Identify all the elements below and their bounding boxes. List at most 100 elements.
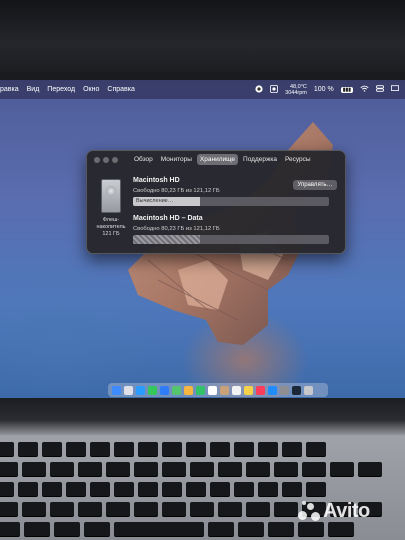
flash-drive-icon: [101, 179, 121, 213]
battery-icon[interactable]: ▮▮▮: [340, 86, 353, 93]
temperature-readout[interactable]: 48,0°C 3044rpm: [285, 84, 307, 96]
trash-icon[interactable]: [304, 385, 313, 395]
launchpad-icon[interactable]: [124, 385, 133, 395]
keyboard-key: [24, 522, 50, 536]
keyboard-key: [218, 462, 242, 476]
keyboard-key: [138, 442, 158, 456]
disk-caption: Флеш- накопитель 121 ГБ: [93, 217, 129, 238]
battery-percent[interactable]: 100 %: [314, 86, 334, 93]
wifi-icon[interactable]: [360, 85, 369, 94]
keyboard-key: [274, 502, 298, 516]
tab-resources[interactable]: Ресурсы: [282, 154, 314, 165]
keyboard-key: [190, 462, 214, 476]
keyboard-key: [238, 522, 264, 536]
keyboard-key: [114, 482, 134, 496]
display-icon[interactable]: [391, 85, 399, 94]
keyboard-key: [234, 442, 254, 456]
keyboard-key: [50, 502, 74, 516]
settings-icon[interactable]: [280, 385, 289, 395]
menu-item-edit[interactable]: равка: [0, 86, 19, 93]
keyboard-key: [0, 442, 14, 456]
keyboard-key: [246, 502, 270, 516]
menu-item-window[interactable]: Окно: [83, 86, 99, 93]
keyboard-key: [90, 482, 110, 496]
keyboard-key: [306, 482, 326, 496]
storage-bar: [133, 235, 329, 244]
keyboard-key: [302, 462, 326, 476]
keyboard-key: [162, 442, 182, 456]
menu-bar: равка Вид Переход Окно Справка 48,0°C 30…: [0, 80, 405, 99]
appstore-icon[interactable]: [268, 385, 277, 395]
close-icon[interactable]: [94, 157, 100, 163]
keyboard-key: [282, 482, 302, 496]
monitor-app-icon[interactable]: [270, 84, 279, 95]
keyboard-key: [268, 522, 294, 536]
avito-watermark: Avito: [298, 500, 370, 523]
volume-name: Macintosh HD: [133, 177, 180, 184]
maps-icon[interactable]: [172, 385, 181, 395]
about-this-mac-window: Обзор Мониторы Хранилище Поддержка Ресур…: [86, 150, 346, 254]
keyboard-key: [42, 482, 62, 496]
menu-item-view[interactable]: Вид: [27, 86, 40, 93]
keyboard-key: [106, 462, 130, 476]
menu-item-go[interactable]: Переход: [47, 86, 75, 93]
zoom-icon[interactable]: [112, 157, 118, 163]
notes-icon[interactable]: [244, 385, 253, 395]
keyboard-key: [90, 442, 110, 456]
calendar-icon[interactable]: [208, 385, 217, 395]
reminders-icon[interactable]: [232, 385, 241, 395]
storage-bar: Вычисление…: [133, 197, 329, 206]
contacts-icon[interactable]: [220, 385, 229, 395]
safari-icon[interactable]: [136, 385, 145, 395]
avito-logo-icon: [298, 500, 320, 523]
tab-support[interactable]: Поддержка: [240, 154, 280, 165]
keyboard-key: [330, 462, 354, 476]
finder-icon[interactable]: [112, 385, 121, 395]
keyboard-key: [54, 522, 80, 536]
keyboard-key: [134, 502, 158, 516]
screen-record-icon[interactable]: [255, 84, 263, 95]
keyboard-key: [358, 462, 382, 476]
keyboard-key: [0, 462, 18, 476]
keyboard-key: [186, 482, 206, 496]
messages-icon[interactable]: [148, 385, 157, 395]
keyboard-key: [78, 502, 102, 516]
minimize-icon[interactable]: [103, 157, 109, 163]
keyboard-key: [66, 482, 86, 496]
volume-free-space: Свободно 80,23 ГБ из 121,12 ГБ: [133, 226, 220, 232]
music-icon[interactable]: [256, 385, 265, 395]
avito-logo-text: Avito: [323, 500, 370, 522]
steam-icon[interactable]: [292, 385, 301, 395]
keyboard-key: [210, 482, 230, 496]
window-tabs: Обзор Мониторы Хранилище Поддержка Ресур…: [131, 154, 314, 165]
keyboard-key: [190, 502, 214, 516]
keyboard-key: [18, 442, 38, 456]
control-center-icon[interactable]: [376, 85, 384, 94]
tab-displays[interactable]: Мониторы: [158, 154, 195, 165]
manage-button[interactable]: Управлять…: [293, 180, 337, 190]
tab-overview[interactable]: Обзор: [131, 154, 156, 165]
keyboard-key: [328, 522, 354, 536]
menu-item-help[interactable]: Справка: [107, 86, 134, 93]
facetime-icon[interactable]: [196, 385, 205, 395]
keyboard-key: [274, 462, 298, 476]
keyboard-key: [186, 442, 206, 456]
fan-speed-value: 3044rpm: [285, 89, 307, 96]
photos-icon[interactable]: [184, 385, 193, 395]
keyboard-key: [0, 502, 18, 516]
mail-icon[interactable]: [160, 385, 169, 395]
keyboard-key: [78, 462, 102, 476]
keyboard-key: [246, 462, 270, 476]
keyboard-key: [114, 522, 204, 536]
top-bezel: [0, 0, 405, 72]
dock: [108, 383, 328, 397]
keyboard-key: [298, 522, 324, 536]
keyboard-key: [210, 442, 230, 456]
bottom-bezel: [0, 398, 405, 438]
disk-caption-line: Флеш-: [102, 217, 120, 223]
keyboard-key: [306, 442, 326, 456]
disk-caption-line: накопитель: [96, 224, 126, 230]
tab-storage[interactable]: Хранилище: [196, 154, 239, 165]
volume-name: Macintosh HD – Data: [133, 215, 203, 222]
laptop-screen: равка Вид Переход Окно Справка 48,0°C 30…: [0, 80, 405, 398]
